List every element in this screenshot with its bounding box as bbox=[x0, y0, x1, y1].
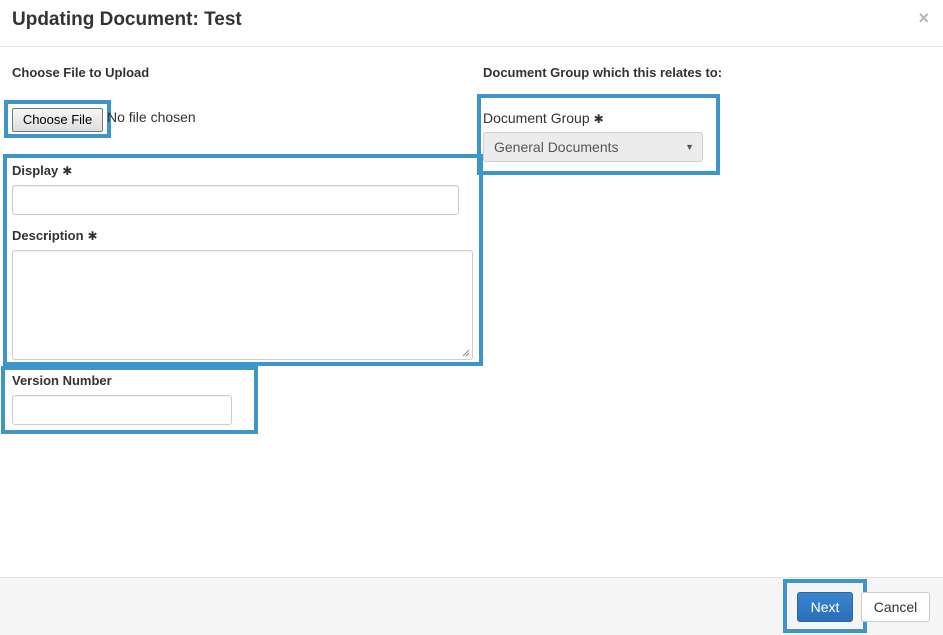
description-label: Description ✱ bbox=[12, 228, 98, 243]
display-label: Display ✱ bbox=[12, 163, 72, 178]
choose-file-button[interactable]: Choose File bbox=[12, 108, 103, 132]
file-status-text: No file chosen bbox=[107, 109, 196, 125]
required-icon: ✱ bbox=[87, 229, 98, 243]
description-textarea[interactable] bbox=[12, 250, 473, 360]
version-input[interactable] bbox=[12, 395, 232, 425]
next-button[interactable]: Next bbox=[797, 592, 853, 622]
modal-title: Updating Document: Test bbox=[12, 9, 242, 30]
close-icon[interactable]: × bbox=[918, 8, 929, 28]
upload-heading: Choose File to Upload bbox=[12, 65, 150, 80]
description-label-text: Description bbox=[12, 228, 84, 243]
display-label-text: Display bbox=[12, 163, 59, 178]
required-icon: ✱ bbox=[62, 164, 73, 178]
resize-grip-icon[interactable] bbox=[462, 349, 470, 357]
display-input[interactable] bbox=[12, 185, 459, 215]
required-icon: ✱ bbox=[593, 112, 604, 126]
document-group-select[interactable]: General Documents ▼ bbox=[483, 132, 703, 162]
chevron-down-icon: ▼ bbox=[685, 142, 694, 152]
document-group-label: Document Group ✱ bbox=[483, 110, 604, 126]
document-group-heading: Document Group which this relates to: bbox=[483, 65, 723, 80]
document-group-label-text: Document Group bbox=[483, 110, 590, 126]
cancel-button[interactable]: Cancel bbox=[861, 592, 930, 622]
document-group-selected: General Documents bbox=[494, 139, 619, 155]
version-label: Version Number bbox=[12, 373, 112, 388]
modal-header: Updating Document: Test × bbox=[0, 0, 943, 47]
